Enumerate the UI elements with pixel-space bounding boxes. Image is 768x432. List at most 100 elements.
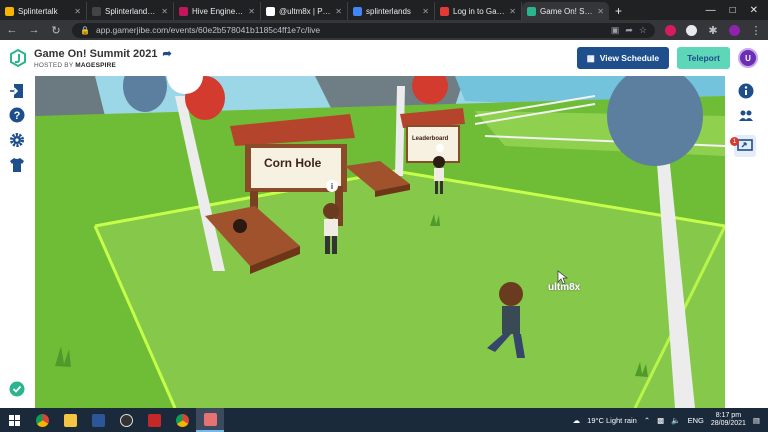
network-icon[interactable]: ▩ <box>657 416 664 425</box>
tab-close-icon[interactable]: ✕ <box>422 7 429 16</box>
maximize-button[interactable]: □ <box>730 5 736 16</box>
teleport-button[interactable]: Teleport <box>677 47 730 69</box>
word-icon[interactable] <box>84 408 112 432</box>
view-schedule-button[interactable]: ▦ View Schedule <box>576 47 670 69</box>
tab-favicon-icon <box>179 6 188 16</box>
obs-icon[interactable] <box>112 408 140 432</box>
share-icon[interactable]: ➦ <box>625 25 633 36</box>
leaderboard-sign: Leaderboard <box>412 136 449 142</box>
gamerjibe-logo-icon[interactable] <box>10 49 26 67</box>
address-bar: ← → ↻ 🔒 app.gamerjibe.com/events/60e2b57… <box>0 20 768 40</box>
tab-favicon-icon <box>266 6 275 16</box>
browser-tab[interactable]: Log in to Gamerji... ✕ <box>435 2 522 20</box>
weather-text[interactable]: 19°C Light rain <box>587 416 637 425</box>
minimize-button[interactable]: — <box>706 5 716 16</box>
system-tray: ☁ 19°C Light rain ⌃ ▩ 🔈 ENG 8:17 pm 28/0… <box>573 412 768 428</box>
file-explorer-icon[interactable] <box>56 408 84 432</box>
people-icon[interactable] <box>737 107 755 125</box>
user-avatar[interactable]: U <box>738 48 758 68</box>
hosted-by: HOSTED BY MAGESPIRE <box>34 62 172 69</box>
tab-close-icon[interactable]: ✕ <box>74 7 81 16</box>
calendar-icon: ▦ <box>586 52 595 63</box>
info-icon[interactable] <box>737 82 755 100</box>
windows-start-icon[interactable] <box>0 408 28 432</box>
avatar-letter: U <box>745 53 751 63</box>
hosted-by-label: HOSTED BY <box>34 62 74 69</box>
tab-title: Game On! Su... <box>540 6 594 16</box>
right-sidebar: 1 <box>725 76 768 408</box>
tab-close-icon[interactable]: ✕ <box>597 7 604 16</box>
app-header: Game On! Summit 2021 ➦ HOSTED BY MAGESPI… <box>0 40 768 76</box>
reload-icon[interactable]: ↻ <box>50 24 62 37</box>
close-window-button[interactable]: ✕ <box>750 5 758 16</box>
browser-tab[interactable]: Splintertalk ✕ <box>0 2 87 20</box>
forward-icon[interactable]: → <box>28 24 40 36</box>
notifications-icon[interactable]: ▤ <box>753 416 760 425</box>
browser-tab[interactable]: @ultm8x | PeakD✕ <box>261 2 348 20</box>
url-field[interactable]: 🔒 app.gamerjibe.com/events/60e2b578041b1… <box>72 22 655 38</box>
extension-icon[interactable] <box>686 24 697 36</box>
extension-icon[interactable] <box>665 24 676 36</box>
settings-gear-icon[interactable] <box>8 131 26 149</box>
tab-favicon-icon <box>527 6 536 16</box>
tab-close-icon[interactable]: ✕ <box>509 7 516 16</box>
back-icon[interactable]: ← <box>6 24 18 36</box>
record-app-icon[interactable] <box>140 408 168 432</box>
windows-taskbar: ☁ 19°C Light rain ⌃ ▩ 🔈 ENG 8:17 pm 28/0… <box>0 408 768 432</box>
weather-cloud-icon[interactable]: ☁ <box>573 416 581 425</box>
help-icon[interactable]: ? <box>8 106 26 124</box>
bookmark-star-icon[interactable]: ☆ <box>639 25 647 36</box>
clock-date: 28/09/2021 <box>710 420 746 427</box>
browser-tab[interactable]: Splinterlands - C... ✕ <box>87 2 174 20</box>
shirt-icon[interactable] <box>8 156 26 174</box>
clock-time: 8:17 pm <box>715 412 742 419</box>
corn-hole-sign: Corn Hole <box>264 156 322 170</box>
view-schedule-label: View Schedule <box>599 53 660 63</box>
left-sidebar: ? <box>0 76 35 408</box>
chrome-profile-icon[interactable] <box>168 408 196 432</box>
browser-tab[interactable]: Hive Engine - Sm... ✕ <box>174 2 261 20</box>
new-tab-button[interactable]: + <box>609 2 628 20</box>
tab-favicon-icon <box>353 6 362 16</box>
event-title: Game On! Summit 2021 <box>34 47 158 60</box>
tab-title: @ultm8x | PeakD <box>279 6 332 16</box>
browser-tab[interactable]: Game On! Su... ✕ <box>522 2 609 20</box>
virtual-event-scene[interactable]: i Corn Hole Leaderboard ultm8x <box>35 76 725 408</box>
exit-icon[interactable] <box>8 82 26 100</box>
url-text[interactable]: app.gamerjibe.com/events/60e2b578041b118… <box>96 25 605 35</box>
tab-favicon-icon <box>92 6 101 16</box>
tray-chevron-up-icon[interactable]: ⌃ <box>644 416 650 425</box>
scene-canvas: i <box>35 76 725 408</box>
tab-favicon-icon <box>5 6 14 16</box>
tab-close-icon[interactable]: ✕ <box>335 7 342 16</box>
volume-icon[interactable]: 🔈 <box>671 416 680 425</box>
check-circle-icon[interactable] <box>8 380 26 398</box>
tab-title: splinterlands <box>366 6 411 16</box>
lock-icon[interactable]: 🔒 <box>80 26 90 35</box>
tab-favicon-icon <box>440 6 449 16</box>
tab-title: Log in to Gamerji... <box>453 6 505 16</box>
host-name: MAGESPIRE <box>75 62 117 69</box>
clock[interactable]: 8:17 pm 28/09/2021 <box>711 412 746 428</box>
active-app-icon[interactable] <box>196 408 224 432</box>
share-arrow-icon[interactable]: ➦ <box>163 47 172 60</box>
teleport-label: Teleport <box>687 53 720 63</box>
svg-text:?: ? <box>14 110 21 122</box>
tab-title: Splintertalk <box>18 6 58 16</box>
tab-title: Splinterlands - C... <box>105 6 157 16</box>
menu-kebab-icon[interactable]: ⋮ <box>750 24 762 37</box>
language-indicator[interactable]: ENG <box>688 416 704 425</box>
svg-text:i: i <box>331 182 333 191</box>
chrome-taskbar-icon[interactable] <box>28 408 56 432</box>
window-controls: — □ ✕ <box>706 0 768 20</box>
tab-title: Hive Engine - Sm... <box>192 6 244 16</box>
notification-badge: 1 <box>730 137 739 146</box>
camera-icon[interactable]: ▣ <box>611 25 620 36</box>
screen-share-icon <box>737 139 753 151</box>
browser-tab[interactable]: splinterlands ✕ <box>348 2 435 20</box>
tab-close-icon[interactable]: ✕ <box>248 7 255 16</box>
profile-icon[interactable] <box>729 24 740 36</box>
extensions-puzzle-icon[interactable]: ✱ <box>707 24 719 37</box>
browser-tab-bar: Splintertalk✕Splinterlands - C...✕Hive E… <box>0 0 768 20</box>
tab-close-icon[interactable]: ✕ <box>161 7 168 16</box>
